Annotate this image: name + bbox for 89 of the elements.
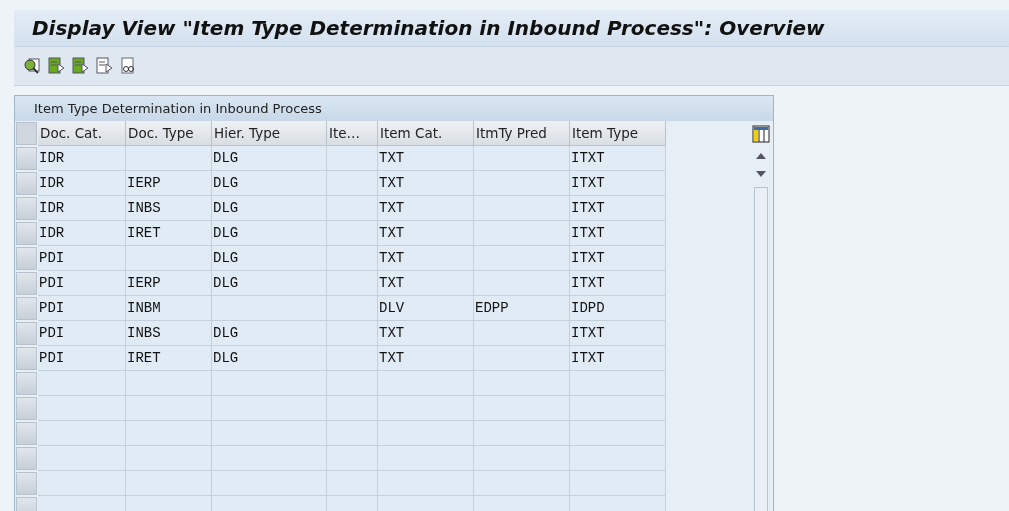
row-selector[interactable] <box>16 372 37 395</box>
row-selector[interactable] <box>16 247 37 270</box>
table-cell: PDI <box>38 346 126 371</box>
table-cell: IERP <box>126 271 212 296</box>
table-cell: TXT <box>378 171 474 196</box>
table-cell <box>327 296 378 321</box>
table-cell: TXT <box>378 146 474 171</box>
table-cell: INBS <box>126 196 212 221</box>
table-cell <box>327 471 378 496</box>
header-corner[interactable] <box>16 122 37 145</box>
table-cell: TXT <box>378 271 474 296</box>
table-cell: IERP <box>126 171 212 196</box>
table-cell <box>327 446 378 471</box>
window-title: Display View "Item Type Determination in Inbound Process": Overview <box>32 16 825 40</box>
table-cell: INBS <box>126 321 212 346</box>
table-cell: ITXT <box>570 271 666 296</box>
table-cell: IRET <box>126 346 212 371</box>
table-cell <box>327 421 378 446</box>
table-title: Item Type Determination in Inbound Process <box>34 101 322 116</box>
table-cell: ITXT <box>570 321 666 346</box>
column-header[interactable]: Item Type <box>570 121 666 146</box>
table-cell: DLG <box>212 221 327 246</box>
table-cell <box>327 146 378 171</box>
table-cell <box>327 171 378 196</box>
table-cell: DLG <box>212 271 327 296</box>
column-header[interactable]: ItmTy Pred <box>474 121 570 146</box>
table-cell: INBM <box>126 296 212 321</box>
table-cell: DLV <box>378 296 474 321</box>
column-header[interactable]: Doc. Cat. <box>38 121 126 146</box>
table-cell: ITXT <box>570 221 666 246</box>
row-selector[interactable] <box>16 272 37 295</box>
document-arrow-icon[interactable] <box>94 56 114 76</box>
row-selector[interactable] <box>16 447 37 470</box>
table-cell: IRET <box>126 221 212 246</box>
column-header[interactable]: Item Cat. <box>378 121 474 146</box>
table-cell: DLG <box>212 246 327 271</box>
row-selector[interactable] <box>16 472 37 495</box>
table-cell: IDR <box>38 221 126 246</box>
table-cell: TXT <box>378 246 474 271</box>
row-selector[interactable] <box>16 147 37 170</box>
row-selector[interactable] <box>16 172 37 195</box>
table-cell: IDR <box>38 196 126 221</box>
document-arrow-icon[interactable] <box>70 56 90 76</box>
table-cell <box>327 346 378 371</box>
row-selector[interactable] <box>16 222 37 245</box>
table-cell: ITXT <box>570 171 666 196</box>
row-selector[interactable] <box>16 297 37 320</box>
document-arrow-icon[interactable] <box>46 56 66 76</box>
table-cell: TXT <box>378 221 474 246</box>
table-cell: DLG <box>212 321 327 346</box>
table-cell <box>327 196 378 221</box>
scrollbar[interactable] <box>754 187 768 511</box>
row-selector[interactable] <box>16 347 37 370</box>
table-cell <box>327 371 378 396</box>
table-cell: DLG <box>212 171 327 196</box>
scroll-down-icon[interactable] <box>755 169 767 179</box>
column-settings-icon[interactable] <box>752 125 770 143</box>
table-cell: IDPD <box>570 296 666 321</box>
table-cell: TXT <box>378 196 474 221</box>
find-icon[interactable] <box>22 56 42 76</box>
column-header[interactable]: Ite… <box>327 121 378 146</box>
table-cell: EDPP <box>474 296 570 321</box>
table-cell: DLG <box>212 146 327 171</box>
scroll-up-icon[interactable] <box>755 151 767 161</box>
table-cell: ITXT <box>570 346 666 371</box>
column-header[interactable]: Doc. Type <box>126 121 212 146</box>
table-cell: ITXT <box>570 196 666 221</box>
table-cell: PDI <box>38 271 126 296</box>
table-cell: ITXT <box>570 146 666 171</box>
table-cell: TXT <box>378 321 474 346</box>
table-cell: ITXT <box>570 246 666 271</box>
table-cell: DLG <box>212 346 327 371</box>
table-cell <box>327 271 378 296</box>
table-cell <box>327 221 378 246</box>
row-selector[interactable] <box>16 397 37 420</box>
row-selector[interactable] <box>16 322 37 345</box>
table-cell: PDI <box>38 246 126 271</box>
row-selector[interactable] <box>16 422 37 445</box>
table-cell: DLG <box>212 196 327 221</box>
table-cell: IDR <box>38 146 126 171</box>
row-selector[interactable] <box>16 197 37 220</box>
table-cell <box>327 246 378 271</box>
column-header[interactable]: Hier. Type <box>212 121 327 146</box>
table-cell: PDI <box>38 296 126 321</box>
table-cell <box>327 396 378 421</box>
table-cell: PDI <box>38 321 126 346</box>
table-cell <box>327 321 378 346</box>
table-cell: IDR <box>38 171 126 196</box>
table-cell: TXT <box>378 346 474 371</box>
